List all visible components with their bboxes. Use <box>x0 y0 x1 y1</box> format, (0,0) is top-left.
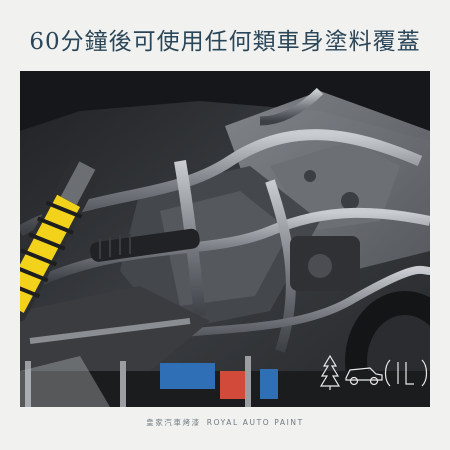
brand-watermark-logo <box>318 352 428 392</box>
brand-name-english: ROYAL AUTO PAINT <box>206 418 304 427</box>
headline: 60分鐘後可使用任何類車身塗料覆蓋 <box>29 29 421 55</box>
brand-footer: 皇家汽車烤漆 ROYAL AUTO PAINT <box>0 417 450 428</box>
brand-name-chinese: 皇家汽車烤漆 <box>146 418 201 427</box>
